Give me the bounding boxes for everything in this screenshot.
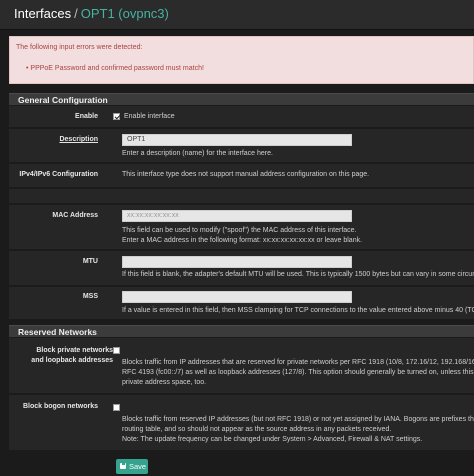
block-private-help-1: Blocks traffic from IP addresses that ar…	[122, 359, 474, 366]
top-header: Interfaces / OPT1 (ovpnc3)	[0, 0, 474, 30]
enable-checkbox[interactable]	[113, 113, 120, 120]
mtu-help: If this field is blank, the adapter's de…	[122, 271, 474, 278]
alert-title: The following input errors were detected…	[16, 44, 143, 51]
block-bogon-help-1: Blocks traffic from reserved IP addresse…	[122, 416, 474, 423]
mss-input[interactable]	[122, 291, 352, 303]
block-bogon-row: Block bogon networks Blocks traffic from…	[9, 395, 474, 451]
reserved-networks-heading: Reserved Networks	[9, 325, 474, 337]
enable-row: Enable Enable interface	[9, 106, 474, 128]
block-bogon-checkbox[interactable]	[113, 404, 120, 411]
breadcrumb-separator: /	[74, 6, 78, 21]
block-bogon-help-2: routing table, and so should not appear …	[122, 426, 392, 433]
save-button-label: Save	[129, 462, 147, 471]
breadcrumb-interfaces-link[interactable]: Interfaces	[14, 6, 71, 21]
block-private-label: Block private networks and loopback addr…	[31, 347, 113, 364]
spacer-row	[9, 189, 474, 204]
mac-address-help-1: This field can be used to modify ("spoof…	[122, 227, 357, 234]
input-error-alert: The following input errors were detected…	[9, 36, 474, 84]
mtu-label: MTU	[82, 258, 98, 265]
mtu-row: MTU If this field is blank, the adapter'…	[9, 251, 474, 286]
mss-row: MSS If a value is entered in this field,…	[9, 287, 474, 320]
mss-label: MSS	[82, 293, 98, 300]
block-private-checkbox[interactable]	[113, 347, 120, 354]
ip-configuration-row: IPv4/IPv6 Configuration This interface t…	[9, 164, 474, 188]
block-bogon-label: Block bogon networks	[22, 403, 98, 410]
alert-item-text: PPPoE Password and confirmed password mu…	[30, 65, 204, 72]
save-button[interactable]: Save	[116, 459, 148, 474]
ip-configuration-label: IPv4/IPv6 Configuration	[19, 171, 98, 178]
breadcrumb: Interfaces / OPT1 (ovpnc3)	[14, 6, 169, 21]
description-help: Enter a description (name) for the inter…	[122, 150, 273, 157]
block-private-row: Block private networks and loopback addr…	[9, 338, 474, 394]
ip-configuration-text: This interface type does not support man…	[122, 171, 370, 178]
mac-address-label: MAC Address	[52, 212, 98, 219]
description-label: Description	[59, 136, 98, 143]
block-private-help-2: RFC 4193 (fc00::/7) as well as loopback …	[122, 369, 474, 376]
mac-address-input[interactable]: xx:xx:xx:xx:xx:xx	[122, 210, 352, 222]
save-icon	[120, 463, 126, 469]
general-configuration-heading: General Configuration	[9, 93, 474, 105]
description-input[interactable]: OPT1	[122, 134, 352, 146]
enable-label: Enable	[75, 113, 98, 120]
alert-item: • PPPoE Password and confirmed password …	[26, 65, 204, 72]
mac-address-row: MAC Address xx:xx:xx:xx:xx:xx This field…	[9, 205, 474, 250]
block-bogon-help-3: Note: The update frequency can be change…	[122, 436, 423, 443]
mss-help: If a value is entered in this field, the…	[122, 307, 474, 314]
breadcrumb-current[interactable]: OPT1 (ovpnc3)	[81, 6, 169, 21]
description-row: Description OPT1 Enter a description (na…	[9, 129, 474, 163]
block-private-help-3: private address space, too.	[122, 379, 207, 386]
mac-address-help-2: Enter a MAC address in the following for…	[122, 237, 363, 244]
enable-checkbox-text: Enable interface	[124, 113, 175, 120]
mtu-input[interactable]	[122, 256, 352, 268]
